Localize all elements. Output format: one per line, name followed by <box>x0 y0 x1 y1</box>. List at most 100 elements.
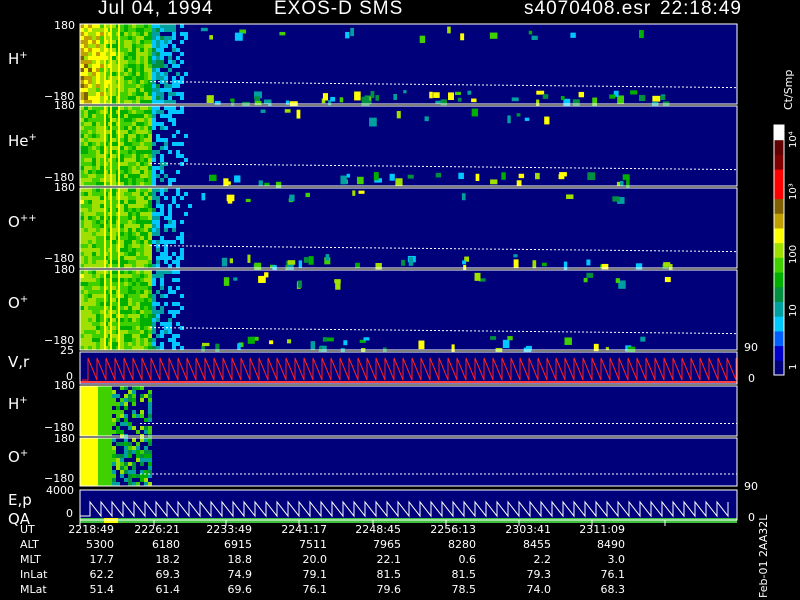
spectrogram-cell <box>92 196 96 200</box>
spectrogram-cell <box>160 274 164 278</box>
spectrogram-cell <box>84 154 88 158</box>
spectrogram-cell <box>112 32 116 36</box>
spectrogram-cell <box>164 146 168 150</box>
spectrogram-cell <box>148 138 152 142</box>
spectrogram-stripe <box>118 270 120 350</box>
spectrogram-cell <box>140 122 144 126</box>
spectrogram-cell <box>100 220 104 224</box>
spectrogram-cell <box>144 450 148 454</box>
spectrogram-cell <box>92 342 96 346</box>
spectrogram-cell <box>176 92 180 96</box>
spectrogram-cell <box>88 44 92 48</box>
spectrogram-cell <box>96 216 100 220</box>
spectrogram-cell <box>144 310 148 314</box>
spectrogram-cell <box>96 224 100 228</box>
spectrogram-cell <box>88 282 92 286</box>
spectrogram-cell <box>128 130 132 134</box>
spectrogram-cell <box>88 114 92 118</box>
spectrogram-cell <box>84 306 88 310</box>
spectrogram-cell <box>148 430 152 434</box>
spectrogram-cell <box>80 196 84 200</box>
spectrogram-cell <box>168 92 172 96</box>
spectrogram-cell <box>88 270 92 274</box>
spectrogram-cell <box>124 126 128 130</box>
spectrogram-cell <box>172 134 176 138</box>
spectrogram-cell <box>132 174 136 178</box>
spectrogram-cell <box>148 122 152 126</box>
spectrogram-stripe <box>110 270 112 350</box>
spectrogram-cell <box>96 264 100 268</box>
spectrogram-cell <box>136 326 140 330</box>
spectrogram-cell <box>156 122 160 126</box>
spectrogram-event <box>490 336 497 340</box>
spectrogram-cell <box>160 270 164 274</box>
spectrogram-cell <box>84 36 88 40</box>
spectrogram-stripe <box>110 24 112 104</box>
spectrogram-cell <box>112 402 116 406</box>
spectrogram-cell <box>112 56 116 60</box>
ephemeris-cell: 2256:13 <box>430 523 476 536</box>
spectrogram-cell <box>100 322 104 326</box>
spectrogram-cell <box>84 84 88 88</box>
spectrogram-cell <box>140 248 144 252</box>
spectrogram-cell <box>160 126 164 130</box>
spectrogram-cell <box>84 256 88 260</box>
spectrogram-cell <box>96 274 100 278</box>
spectrogram-cell <box>100 182 104 186</box>
spectrogram-cell <box>88 88 92 92</box>
spectrogram-cell <box>124 150 128 154</box>
spectrogram-cell <box>128 310 132 314</box>
spectrogram-cell <box>152 188 156 192</box>
spectrogram-cell <box>96 294 100 298</box>
ephemeris-cell: 79.3 <box>526 568 552 581</box>
spectrogram-cell <box>128 188 132 192</box>
spectrogram-cell <box>80 138 84 142</box>
spectrogram-cell <box>160 306 164 310</box>
spectrogram-cell <box>132 52 136 56</box>
spectrogram-cell <box>124 338 128 342</box>
spectrogram-cell <box>84 334 88 338</box>
spectrogram-cell <box>96 282 100 286</box>
spectrogram-cell <box>144 64 148 68</box>
spectrogram-cell <box>176 260 180 264</box>
ephemeris-row-label: UT <box>20 523 35 536</box>
spectrogram-cell <box>144 220 148 224</box>
spectrogram-cell <box>128 252 132 256</box>
spectrogram-cell <box>148 274 152 278</box>
spectrogram-cell <box>136 150 140 154</box>
spectrogram-cell <box>92 134 96 138</box>
spectrogram-cell <box>112 216 116 220</box>
spectrogram-cell <box>164 256 168 260</box>
spectrogram-cell <box>144 248 148 252</box>
spectrogram-cell <box>96 318 100 322</box>
spectrogram-event <box>201 192 206 201</box>
spectrogram-event <box>513 254 518 258</box>
spectrogram-cell <box>84 106 88 110</box>
spectrogram-cell <box>112 196 116 200</box>
spectrogram-event <box>531 35 538 41</box>
spectrogram-cell <box>96 182 100 186</box>
spectrogram-cell <box>128 76 132 80</box>
spectrogram-event <box>334 279 341 284</box>
spectrogram-cell <box>96 208 100 212</box>
spectrogram-cell <box>144 278 148 282</box>
spectrogram-cell <box>124 166 128 170</box>
spectrogram-event <box>462 260 467 265</box>
spectrogram-cell <box>100 290 104 294</box>
spectrogram-cell <box>100 252 104 256</box>
spectrogram-event <box>233 277 238 281</box>
spectrogram-cell <box>132 224 136 228</box>
spectrogram-cell <box>80 204 84 208</box>
spectrogram-cell <box>112 220 116 224</box>
spectrogram-cell <box>160 204 164 208</box>
spectrogram-cell <box>88 244 92 248</box>
ephemeris-cell: 7965 <box>373 538 401 551</box>
spectrogram-cell <box>136 482 140 486</box>
spectrogram-cell <box>128 126 132 130</box>
spectrogram-cell <box>88 260 92 264</box>
right-tick-o-plus: 90 <box>744 341 758 354</box>
spectrogram-cell <box>156 290 160 294</box>
spectrogram-cell <box>136 314 140 318</box>
spectrogram-cell <box>124 406 128 410</box>
spectrogram-cell <box>180 40 184 44</box>
